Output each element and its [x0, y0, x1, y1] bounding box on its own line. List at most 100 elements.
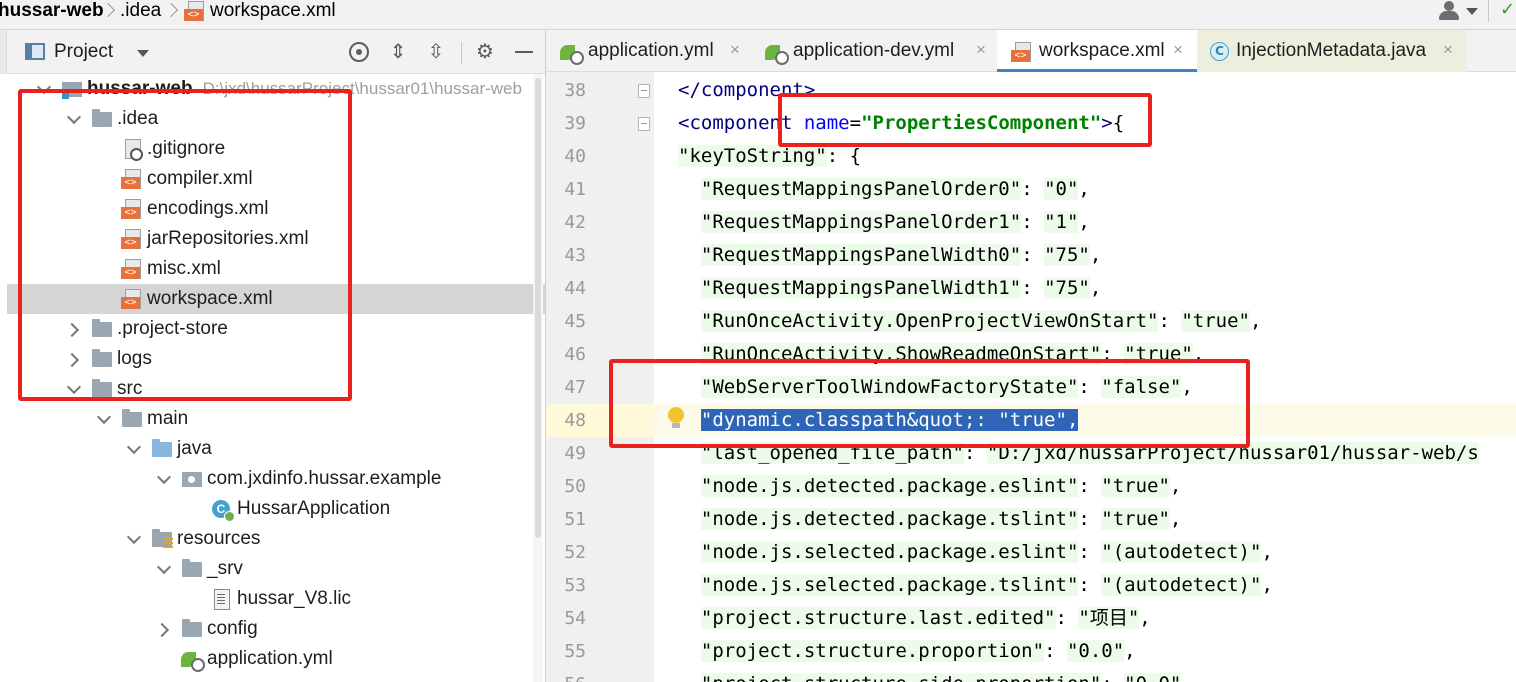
code-token-plain: :: [1021, 244, 1045, 266]
code-token-plain: :: [1044, 640, 1067, 662]
chevron-down-icon[interactable]: [97, 412, 111, 426]
close-icon[interactable]: ×: [1170, 38, 1186, 62]
code-token-str: "RunOnceActivity.OpenProjectViewOnStart": [700, 310, 1159, 332]
chevron-right-icon[interactable]: [67, 322, 81, 336]
code-token-plain: :: [1078, 376, 1102, 398]
tree-item-text: java: [177, 438, 212, 459]
breadcrumb-folder[interactable]: .idea: [120, 0, 161, 22]
tab-application-yml[interactable]: application.yml ×: [546, 30, 750, 72]
tab-workspace-xml[interactable]: workspace.xml ×: [997, 30, 1197, 73]
close-icon[interactable]: ×: [973, 38, 989, 62]
tree-item[interactable]: HussarApplication: [7, 494, 545, 524]
chevron-down-icon[interactable]: [157, 562, 171, 576]
code-line: "RequestMappingsPanelOrder0": "0",: [678, 173, 1090, 206]
tab-application-dev-yml[interactable]: application-dev.yml ×: [751, 30, 996, 72]
tree-scrollbar[interactable]: [533, 74, 543, 682]
code-token-str: "RequestMappingsPanelOrder1": [700, 211, 1022, 233]
close-icon[interactable]: ×: [727, 38, 743, 62]
chevron-down-icon[interactable]: [1466, 8, 1478, 15]
code-line: "RunOnceActivity.ShowReadmeOnStart": "tr…: [678, 338, 1204, 371]
tree-item[interactable]: logs: [7, 344, 545, 374]
tree-item[interactable]: .idea: [7, 104, 545, 134]
code-token-str: "true": [1101, 475, 1170, 497]
fold-marker-icon[interactable]: [638, 84, 650, 98]
code-token-plain: :: [1101, 673, 1124, 682]
line-number: 50: [564, 476, 586, 497]
chevron-right-icon[interactable]: [157, 622, 171, 636]
tree-item[interactable]: _srv: [7, 554, 545, 584]
tree-item-text: encodings.xml: [147, 198, 269, 219]
user-icon[interactable]: [1438, 0, 1464, 22]
chevron-right-icon[interactable]: [67, 352, 81, 366]
tree-item[interactable]: com.jxdinfo.hussar.example: [7, 464, 545, 494]
chevron-down-icon[interactable]: [127, 442, 141, 456]
code-token-tag: <component: [678, 112, 804, 134]
xml-icon: [121, 259, 143, 279]
minimize-icon[interactable]: [514, 41, 536, 63]
tree-item[interactable]: compiler.xml: [7, 164, 545, 194]
tree-item[interactable]: workspace.xml: [7, 284, 545, 314]
tree-item[interactable]: application.yml: [7, 644, 545, 674]
close-icon[interactable]: ×: [1440, 38, 1456, 62]
folder-icon: [181, 619, 203, 639]
tree-item[interactable]: src: [7, 374, 545, 404]
tree-item-label: application.yml: [207, 647, 333, 671]
code-token-plain: =: [849, 112, 862, 134]
chevron-down-icon[interactable]: [67, 112, 81, 126]
tree-item[interactable]: hussar_V8.lic: [7, 584, 545, 614]
chevron-down-icon[interactable]: [127, 532, 141, 546]
code-token-plain: :: [1021, 178, 1045, 200]
tree-item-text: hussar_V8.lic: [237, 588, 352, 609]
breadcrumb-project[interactable]: hussar-web: [0, 0, 104, 22]
chevron-down-icon[interactable]: [67, 382, 81, 396]
tree-item[interactable]: .project-store: [7, 314, 545, 344]
tree-item-text: application.yml: [207, 648, 333, 669]
chevron-down-icon[interactable]: [157, 472, 171, 486]
locate-icon[interactable]: [348, 41, 370, 63]
tree-item[interactable]: resources: [7, 524, 545, 554]
chevron-down-icon[interactable]: [137, 50, 149, 57]
code-token-plain: :: [1078, 475, 1102, 497]
code-token-str: "RequestMappingsPanelOrder0": [700, 178, 1022, 200]
expand-all-icon[interactable]: ⇕: [387, 41, 409, 63]
build-check-icon[interactable]: ✓: [1500, 0, 1516, 18]
gear-icon[interactable]: ⚙: [474, 41, 496, 63]
code-token-plain: ,: [1261, 541, 1273, 563]
code-token-str: "0": [1044, 178, 1079, 200]
code-token-tag: >: [1101, 112, 1113, 134]
line-number: 46: [564, 344, 586, 365]
code-line: "node.js.selected.package.tslint": "(aut…: [678, 569, 1273, 602]
code-line: "last_opened_file_path": "D:/jxd/hussarP…: [678, 437, 1479, 470]
tree-item[interactable]: misc.xml: [7, 254, 545, 284]
breadcrumb-file[interactable]: workspace.xml: [210, 0, 336, 22]
line-number: 56: [546, 668, 586, 682]
chevron-down-icon[interactable]: [37, 82, 51, 96]
project-pane-title[interactable]: Project: [54, 40, 113, 64]
fold-marker-icon[interactable]: [638, 117, 650, 131]
tree-item[interactable]: .gitignore: [7, 134, 545, 164]
code-token-plain: ,: [1124, 640, 1136, 662]
tree-item-text: misc.xml: [147, 258, 221, 279]
tree-item[interactable]: encodings.xml: [7, 194, 545, 224]
tree-item[interactable]: jarRepositories.xml: [7, 224, 545, 254]
code-token-str: "RequestMappingsPanelWidth1": [700, 277, 1022, 299]
collapse-all-icon[interactable]: ⇳: [425, 41, 447, 63]
tree-item[interactable]: main: [7, 404, 545, 434]
tree-item[interactable]: hussar-web D:\jxd\hussarProject\hussar01\…: [7, 74, 545, 104]
tree-item[interactable]: config: [7, 614, 545, 644]
tab-label: application.yml: [588, 40, 714, 61]
tree-item[interactable]: java: [7, 434, 545, 464]
code-editor[interactable]: </component> <component name="PropertiesC…: [546, 72, 1516, 682]
tab-injectionmetadata-java[interactable]: C InjectionMetadata.java ×: [1198, 30, 1466, 72]
breadcrumb-separator-icon: [165, 0, 177, 22]
text-file-icon: [211, 589, 233, 610]
intention-bulb-icon[interactable]: [666, 406, 686, 432]
tree-item-label: java: [177, 437, 212, 461]
